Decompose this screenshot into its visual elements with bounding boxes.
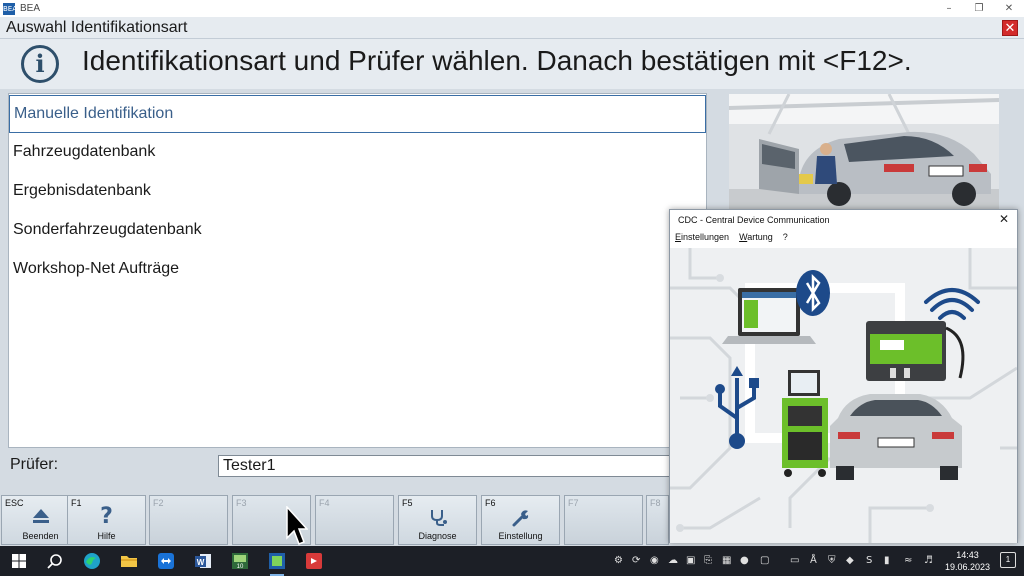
info-text: Identifikationsart und Prüfer wählen. Da…	[82, 45, 912, 76]
bluetooth-icon	[796, 270, 830, 316]
menu-help[interactable]: ?	[783, 232, 788, 248]
tray-device-icon[interactable]: ▣	[686, 555, 695, 566]
pruefer-input[interactable]: Tester1	[218, 455, 678, 477]
menu-wartung[interactable]: Wartung	[739, 232, 773, 248]
remote-tool-icon[interactable]	[303, 550, 325, 572]
fkey-label-f5: F5	[402, 498, 413, 508]
cdc-close-icon[interactable]: ✕	[999, 212, 1009, 226]
app-logo-icon: BEA	[3, 2, 18, 15]
tray-volume-icon[interactable]: ♬	[924, 555, 933, 566]
search-icon[interactable]	[44, 550, 66, 572]
svg-text:W: W	[197, 558, 205, 567]
svg-text:10: 10	[237, 564, 244, 570]
f7-button: F7	[564, 495, 643, 545]
teamviewer-icon[interactable]	[155, 550, 177, 572]
dialog-close-button[interactable]: ✕	[1002, 20, 1018, 36]
f6-einstellung-button[interactable]: F6 Einstellung	[481, 495, 560, 545]
wrench-icon	[482, 508, 559, 533]
info-bar: i Identifikationsart und Prüfer wählen. …	[0, 39, 1024, 89]
restore-icon[interactable]: ❐	[964, 0, 994, 17]
fkey-label-esc: ESC	[5, 498, 24, 508]
cdc-window-title: CDC - Central Device Communication	[678, 215, 830, 225]
f5-diagnose-button[interactable]: F5 Diagnose	[398, 495, 477, 545]
esi-tronic-icon[interactable]: 10	[229, 550, 251, 572]
f1-hilfe-button[interactable]: F1 ? Hilfe	[67, 495, 146, 545]
tray-record-icon[interactable]: ●	[740, 555, 749, 566]
cdc-menubar: Einstellungen Wartung ?	[670, 232, 1017, 248]
tray-sync-icon[interactable]: ⟳	[632, 555, 640, 566]
fkey-label-f4: F4	[319, 498, 330, 508]
edge-browser-icon[interactable]	[81, 550, 103, 572]
tray-app-icon[interactable]: ▢	[760, 555, 769, 566]
list-item-fahrzeugdatenbank[interactable]: Fahrzeugdatenbank	[13, 143, 155, 161]
word-icon[interactable]: W	[192, 550, 214, 572]
clock-date: 19.06.2023	[944, 562, 990, 572]
fkey-label-f8: F8	[650, 498, 661, 508]
identification-list: Manuelle Identifikation Fahrzeugdatenban…	[8, 93, 707, 448]
list-item-workshop-net[interactable]: Workshop-Net Aufträge	[13, 260, 179, 278]
list-item-manuelle-identifikation[interactable]: Manuelle Identifikation	[9, 95, 706, 133]
dialog-header: Auswahl Identifikationsart ✕	[0, 17, 1024, 39]
tray-settings-icon[interactable]: ⚙	[614, 555, 623, 566]
app-titlebar: BEA BEA – ❐ ✕	[0, 0, 1024, 17]
list-item-sonderfahrzeugdatenbank[interactable]: Sonderfahrzeugdatenbank	[13, 221, 202, 239]
fkey-text-hilfe: Hilfe	[97, 531, 116, 541]
windows-start-icon[interactable]	[8, 550, 30, 572]
info-icon: i	[21, 45, 59, 83]
taskbar-clock[interactable]: 14:43 19.06.2023	[945, 549, 990, 573]
list-item-ergebnisdatenbank[interactable]: Ergebnisdatenbank	[13, 182, 151, 200]
mouse-cursor-icon	[286, 505, 309, 551]
fkey-label-f6: F6	[485, 498, 496, 508]
notification-icon[interactable]: 1	[1000, 552, 1016, 568]
close-icon[interactable]: ✕	[994, 0, 1024, 17]
tray-network-icon[interactable]: ◉	[650, 555, 659, 566]
stethoscope-icon	[399, 508, 476, 531]
bea-app-icon[interactable]	[266, 550, 288, 576]
tray-bell-icon[interactable]: ◆	[846, 555, 854, 566]
tray-monitor-icon[interactable]: ▭	[790, 555, 799, 566]
pruefer-label: Prüfer:	[10, 456, 59, 473]
tray-cloud-icon[interactable]: ☁	[668, 555, 678, 566]
fkey-label-f7: F7	[568, 498, 579, 508]
tray-wifi-icon[interactable]: ≈	[904, 555, 912, 566]
help-icon: ?	[100, 504, 113, 529]
kts-device-icon	[866, 321, 965, 381]
diagnostic-cart-icon	[782, 370, 828, 477]
cdc-illustration	[670, 248, 1017, 543]
f4-button: F4	[315, 495, 394, 545]
window-controls: – ❐ ✕	[934, 0, 1024, 17]
tray-bluetooth-icon[interactable]: Å	[810, 555, 817, 566]
menu-einstellungen[interactable]: Einstellungen	[675, 232, 729, 248]
workshop-car-photo	[729, 94, 999, 212]
minimize-icon[interactable]: –	[934, 0, 964, 17]
car-icon	[830, 394, 962, 480]
fkey-text-diagnose: Diagnose	[418, 531, 457, 541]
dialog-title: Auswahl Identifikationsart	[6, 19, 188, 36]
taskbar: W 10 ⚙ ⟳ ◉ ☁ ▣ ⎘ ▦ ● ▢ ▭ Å ⛨ ◆ S ▮ ≈ ♬ 1…	[0, 546, 1024, 576]
tray-shield-icon[interactable]: ⛨	[828, 555, 836, 566]
f2-button: F2	[149, 495, 228, 545]
tray-battery-icon[interactable]: ▮	[884, 555, 890, 566]
cdc-window: CDC - Central Device Communication ✕ Ein…	[669, 209, 1018, 543]
tray-usb-icon[interactable]: ⎘	[704, 555, 712, 566]
wifi-icon	[924, 288, 980, 320]
clock-time: 14:43	[956, 550, 979, 560]
file-explorer-icon[interactable]	[118, 550, 140, 572]
fkey-text-einstellung: Einstellung	[498, 531, 543, 541]
f8-button: F8	[646, 495, 669, 545]
fkey-label-f3: F3	[236, 498, 247, 508]
fkey-label-f2: F2	[153, 498, 164, 508]
tray-display-icon[interactable]: ▦	[722, 555, 731, 566]
tray-s-icon[interactable]: S	[866, 555, 872, 566]
app-title: BEA	[20, 3, 41, 14]
